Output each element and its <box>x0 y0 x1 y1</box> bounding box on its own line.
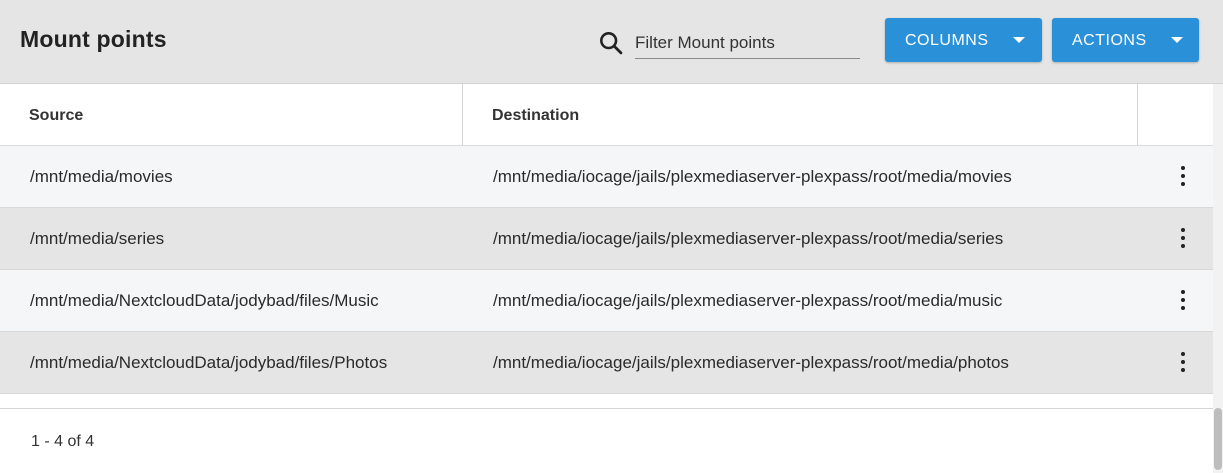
more-vert-icon[interactable] <box>1176 226 1190 250</box>
toolbar: Mount points COLUMNS ACTIONS <box>0 0 1223 84</box>
table-row[interactable]: /mnt/media/NextcloudData/jodybad/files/M… <box>0 270 1213 332</box>
table-footer: 1 - 4 of 4 <box>0 408 1213 472</box>
actions-button-label: ACTIONS <box>1072 32 1147 49</box>
column-divider <box>1137 84 1138 146</box>
page-title: Mount points <box>20 26 167 52</box>
destination-cell: /mnt/media/iocage/jails/plexmediaserver-… <box>493 353 1009 372</box>
search-icon[interactable] <box>597 29 625 57</box>
source-cell: /mnt/media/NextcloudData/jodybad/files/P… <box>30 353 388 372</box>
caret-down-icon <box>1013 37 1025 43</box>
actions-button[interactable]: ACTIONS <box>1052 18 1199 62</box>
source-cell: /mnt/media/NextcloudData/jodybad/files/M… <box>30 291 379 310</box>
columns-button[interactable]: COLUMNS <box>885 18 1042 62</box>
scrollbar[interactable] <box>1213 84 1223 473</box>
caret-down-icon <box>1171 37 1183 43</box>
table-row[interactable]: /mnt/media/NextcloudData/jodybad/files/P… <box>0 332 1213 394</box>
columns-button-label: COLUMNS <box>905 32 989 49</box>
source-cell: /mnt/media/movies <box>30 167 173 186</box>
column-divider <box>462 84 463 146</box>
destination-cell: /mnt/media/iocage/jails/plexmediaserver-… <box>493 167 1012 186</box>
table-row[interactable]: /mnt/media/series /mnt/media/iocage/jail… <box>0 208 1213 270</box>
table-header: Source Destination <box>0 84 1223 146</box>
filter-input[interactable] <box>635 27 860 59</box>
destination-cell: /mnt/media/iocage/jails/plexmediaserver-… <box>493 229 1004 248</box>
more-vert-icon[interactable] <box>1176 164 1190 188</box>
column-header-destination[interactable]: Destination <box>492 107 579 125</box>
more-vert-icon[interactable] <box>1176 288 1190 312</box>
source-cell: /mnt/media/series <box>30 229 165 248</box>
more-vert-icon[interactable] <box>1176 350 1190 374</box>
table-row[interactable]: /mnt/media/movies /mnt/media/iocage/jail… <box>0 146 1213 208</box>
column-header-source[interactable]: Source <box>29 107 83 125</box>
pagination-range: 1 - 4 of 4 <box>31 433 95 450</box>
destination-cell: /mnt/media/iocage/jails/plexmediaserver-… <box>493 291 1003 310</box>
scrollbar-thumb[interactable] <box>1214 408 1222 470</box>
